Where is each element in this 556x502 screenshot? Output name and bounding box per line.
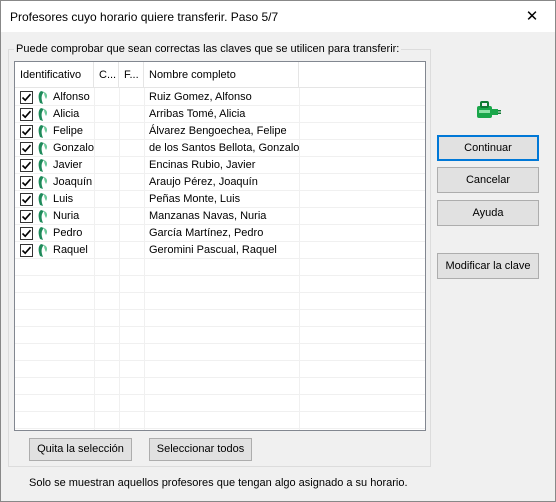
- quita-seleccion-button[interactable]: Quita la selección: [29, 438, 132, 461]
- table-row[interactable]: Raquel Geromini Pascual, Raquel: [15, 242, 425, 259]
- ayuda-button[interactable]: Ayuda: [437, 200, 539, 226]
- grid-line: [15, 428, 425, 429]
- column-header-f[interactable]: F...: [119, 62, 144, 88]
- table-row[interactable]: Pedro García Martínez, Pedro: [15, 225, 425, 242]
- user-icon: [37, 192, 49, 207]
- table-row[interactable]: Joaquín Araujo Pérez, Joaquín: [15, 174, 425, 191]
- row-nombre: Arribas Tomé, Alicia: [149, 108, 246, 120]
- row-nombre: Ruiz Gomez, Alfonso: [149, 91, 252, 103]
- table-row[interactable]: Felipe Álvarez Bengoechea, Felipe: [15, 123, 425, 140]
- table-row[interactable]: Alfonso Ruiz Gomez, Alfonso: [15, 89, 425, 106]
- user-icon: [37, 90, 49, 105]
- table-row[interactable]: Nuria Manzanas Navas, Nuria: [15, 208, 425, 225]
- user-icon: [37, 141, 49, 156]
- row-checkbox[interactable]: [20, 125, 33, 138]
- row-nombre: Geromini Pascual, Raquel: [149, 244, 277, 256]
- row-nombre: Araujo Pérez, Joaquín: [149, 176, 258, 188]
- row-nombre: de los Santos Bellota, Gonzalo: [149, 142, 299, 154]
- user-icon: [37, 226, 49, 241]
- column-header-nombre[interactable]: Nombre completo: [144, 62, 299, 88]
- list-header: Identificativo C... F... Nombre completo: [15, 62, 425, 88]
- row-nombre: García Martínez, Pedro: [149, 227, 264, 239]
- continuar-button[interactable]: Continuar: [437, 135, 539, 161]
- row-identificativo: Alfonso: [53, 91, 90, 103]
- user-icon: [37, 175, 49, 190]
- row-checkbox[interactable]: [20, 91, 33, 104]
- grid-line: [15, 224, 425, 225]
- table-row[interactable]: Alicia Arribas Tomé, Alicia: [15, 106, 425, 123]
- title-bar: Profesores cuyo horario quiere transferi…: [1, 1, 555, 32]
- dialog-window: Profesores cuyo horario quiere transferi…: [0, 0, 556, 502]
- grid-line: [15, 105, 425, 106]
- seleccionar-todos-button[interactable]: Seleccionar todos: [149, 438, 252, 461]
- grid-line: [15, 394, 425, 395]
- row-checkbox[interactable]: [20, 176, 33, 189]
- row-nombre: Encinas Rubio, Javier: [149, 159, 256, 171]
- row-checkbox[interactable]: [20, 193, 33, 206]
- grid-line: [15, 343, 425, 344]
- user-icon: [37, 209, 49, 224]
- row-identificativo: Luis: [53, 193, 74, 205]
- grid-line: [15, 275, 425, 276]
- row-nombre: Peñas Monte, Luis: [149, 193, 241, 205]
- row-identificativo: Alicia: [53, 108, 80, 120]
- grid-line: [15, 241, 425, 242]
- window-title: Profesores cuyo horario quiere transferi…: [10, 10, 279, 24]
- row-identificativo: Felipe: [53, 125, 83, 137]
- teachers-list[interactable]: Identificativo C... F... Nombre completo…: [14, 61, 426, 431]
- row-nombre: Álvarez Bengoechea, Felipe: [149, 125, 287, 137]
- grid-line: [299, 88, 300, 430]
- row-identificativo: Javier: [53, 159, 83, 171]
- grid-line: [15, 258, 425, 259]
- column-header-c[interactable]: C...: [94, 62, 119, 88]
- grid-line: [15, 360, 425, 361]
- grid-line: [15, 326, 425, 327]
- row-checkbox[interactable]: [20, 108, 33, 121]
- table-row[interactable]: Javier Encinas Rubio, Javier: [15, 157, 425, 174]
- row-checkbox[interactable]: [20, 210, 33, 223]
- grid-line: [15, 173, 425, 174]
- grid-line: [119, 88, 120, 430]
- modificar-clave-button[interactable]: Modificar la clave: [437, 253, 539, 279]
- user-icon: [37, 158, 49, 173]
- close-icon[interactable]: ✕: [509, 1, 555, 32]
- footer-note: Solo se muestran aquellos profesores que…: [29, 477, 408, 489]
- grid-line: [15, 156, 425, 157]
- row-identificativo: Nuria: [53, 210, 80, 222]
- grid-line: [15, 411, 425, 412]
- grid-line: [15, 377, 425, 378]
- column-header-identificativo[interactable]: Identificativo: [15, 62, 94, 88]
- grid-line: [144, 88, 145, 430]
- row-checkbox[interactable]: [20, 159, 33, 172]
- table-row[interactable]: Luis Peñas Monte, Luis: [15, 191, 425, 208]
- grid-line: [15, 139, 425, 140]
- row-identificativo: Gonzalo: [53, 142, 94, 154]
- row-identificativo: Pedro: [53, 227, 83, 239]
- grid-line: [15, 292, 425, 293]
- user-icon: [37, 243, 49, 258]
- grid-line: [15, 122, 425, 123]
- grid-line: [15, 190, 425, 191]
- row-identificativo: Raquel: [53, 244, 88, 256]
- grid-line: [15, 309, 425, 310]
- row-identificativo: Joaquín: [53, 176, 93, 188]
- row-checkbox[interactable]: [20, 227, 33, 240]
- plug-icon: [477, 101, 501, 118]
- grid-line: [15, 207, 425, 208]
- row-nombre: Manzanas Navas, Nuria: [149, 210, 267, 222]
- cancelar-button[interactable]: Cancelar: [437, 167, 539, 193]
- grid-line: [94, 88, 95, 430]
- group-label: Puede comprobar que sean correctas las c…: [14, 43, 402, 55]
- table-row[interactable]: Gonzalo de los Santos Bellota, Gonzalo: [15, 140, 425, 157]
- row-checkbox[interactable]: [20, 244, 33, 257]
- user-icon: [37, 107, 49, 122]
- user-icon: [37, 124, 49, 139]
- row-checkbox[interactable]: [20, 142, 33, 155]
